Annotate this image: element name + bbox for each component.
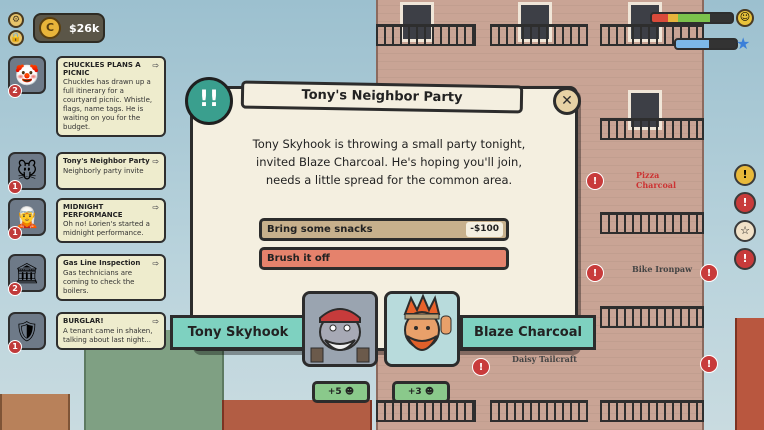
arrow-right-icon: ⇨ [152, 317, 159, 326]
shop-sign: Daisy Tailcraft [512, 354, 577, 364]
tenant-alert-icon[interactable]: ! [700, 264, 718, 282]
notification-title: CHUCKLES PLANS A PICNIC [63, 61, 141, 77]
notification-body: Neighborly party invite [63, 167, 144, 175]
choice-bring-snacks-button[interactable]: Bring some snacks -$100 [259, 218, 509, 241]
balcony [600, 400, 704, 422]
notification-card[interactable]: BURGLAR! ⇨ A tenant came in shaken, talkin… [56, 312, 166, 350]
reputation-gain-blaze: +3 ☻ [392, 381, 450, 403]
notification-card[interactable]: CHUCKLES PLANS A PICNIC ⇨ Chuckles has dra… [56, 56, 166, 137]
smiley-icon: ☺ [736, 9, 754, 27]
notification-card[interactable]: MIDNIGHT PERFORMANCE ⇨ Oh no! Lorien's sta… [56, 198, 166, 243]
notification-title: Tony's Neighbor Party [63, 157, 150, 165]
exclamation-icon: !! [185, 77, 233, 125]
settings-icon[interactable]: ⚙ [8, 12, 24, 28]
lorien-portrait-icon: 🧝 1 [8, 198, 46, 240]
small-building [0, 394, 70, 430]
arrow-right-icon: ⇨ [152, 157, 159, 166]
level-meter [674, 38, 738, 50]
notification-title: BURGLAR! [63, 317, 104, 325]
red-building [735, 318, 764, 430]
brick-building [222, 400, 372, 430]
police-badge-icon: 🛡 1 [8, 312, 46, 354]
notification-item[interactable]: 🧝 1 MIDNIGHT PERFORMANCE ⇨ Oh no! Lorien's s… [8, 198, 166, 243]
clown-portrait-icon: 🤡 2 [8, 56, 46, 98]
bank-icon: 🏛 2 [8, 254, 46, 296]
dialog-description: Tony Skyhook is throwing a small party t… [252, 137, 526, 187]
lock-icon[interactable]: 🔒 [8, 30, 24, 46]
money-display: C $26k [33, 13, 105, 43]
close-button[interactable]: ✕ [553, 87, 581, 115]
alert-icon[interactable]: ! [734, 164, 756, 186]
tony-portrait-icon [302, 291, 378, 367]
star-icon[interactable]: ☆ [734, 220, 756, 242]
tony-portrait-icon: 🐭 1 [8, 152, 46, 194]
reputation-value: +5 [327, 387, 342, 397]
balcony [600, 306, 704, 328]
dialog-title: Tony's Neighbor Party [240, 80, 524, 114]
reputation-gain-tony: +5 ☻ [312, 381, 370, 403]
notification-title: MIDNIGHT PERFORMANCE [63, 203, 123, 219]
blaze-portrait-icon [384, 291, 460, 367]
money-amount: $26k [69, 21, 100, 35]
notification-body: Oh no! Lorien's started a midnight perfo… [63, 220, 150, 237]
balcony [600, 118, 704, 140]
notification-item[interactable]: 🏛 2 Gas Line Inspection ⇨ Gas technicians ar… [8, 254, 166, 301]
choice-label: Bring some snacks [267, 224, 373, 235]
urgent-icon[interactable]: ! [734, 192, 756, 214]
tenant-alert-icon[interactable]: ! [700, 355, 718, 373]
tenant-alert-icon[interactable]: ! [586, 264, 604, 282]
choice-cost: -$100 [466, 222, 503, 237]
notification-item[interactable]: 🐭 1 Tony's Neighbor Party ⇨ Neighborly party… [8, 152, 166, 194]
tenant-alert-icon[interactable]: ! [472, 358, 490, 376]
balcony [490, 24, 588, 46]
character-name-tony: Tony Skyhook [170, 315, 306, 350]
reputation-value: +3 [407, 387, 422, 397]
notification-item[interactable]: 🛡 1 BURGLAR! ⇨ A tenant came in shaken, talk… [8, 312, 166, 354]
balcony [376, 400, 476, 422]
notification-card[interactable]: Gas Line Inspection ⇨ Gas technicians are … [56, 254, 166, 301]
happiness-meter [650, 12, 734, 24]
balcony [490, 400, 588, 422]
choice-label: Brush it off [267, 253, 330, 264]
shop-sign: Bike Ironpaw [632, 264, 692, 274]
arrow-right-icon: ⇨ [152, 61, 159, 70]
notification-title: Gas Line Inspection [63, 259, 141, 267]
urgent-icon[interactable]: ! [734, 248, 756, 270]
notification-body: Chuckles has drawn up a full itinerary f… [63, 78, 153, 131]
count-badge: 1 [8, 340, 22, 354]
choice-brush-off-button[interactable]: Brush it off [259, 247, 509, 270]
star-icon: ★ [736, 34, 751, 53]
notification-card[interactable]: Tony's Neighbor Party ⇨ Neighborly party i… [56, 152, 166, 190]
coin-icon: C [39, 17, 61, 39]
arrow-right-icon: ⇨ [152, 259, 159, 268]
character-name-blaze: Blaze Charcoal [460, 315, 596, 350]
balcony [376, 24, 476, 46]
count-badge: 2 [8, 84, 22, 98]
count-badge: 2 [8, 282, 22, 296]
notification-item[interactable]: 🤡 2 CHUCKLES PLANS A PICNIC ⇨ Chuckles has d… [8, 56, 166, 137]
count-badge: 1 [8, 180, 22, 194]
balcony [600, 212, 704, 234]
arrow-right-icon: ⇨ [152, 203, 159, 212]
notification-body: A tenant came in shaken, talking about l… [63, 327, 153, 344]
count-badge: 1 [8, 226, 22, 240]
shop-sign: Pizza Charcoal [636, 170, 677, 190]
tenant-alert-icon[interactable]: ! [586, 172, 604, 190]
notification-body: Gas technicians are coming to check the … [63, 269, 135, 295]
